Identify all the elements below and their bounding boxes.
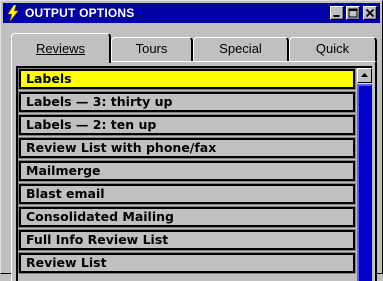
scroll-thumb[interactable] — [357, 84, 372, 281]
tab-special[interactable]: Special — [193, 37, 289, 61]
maximize-button[interactable] — [346, 6, 360, 20]
list-item-blast-email[interactable]: Blast email — [18, 183, 356, 205]
arrow-up-icon — [361, 73, 368, 77]
tab-label: Quick — [315, 41, 350, 56]
close-button[interactable] — [363, 6, 377, 20]
tab-reviews[interactable]: Reviews — [11, 33, 111, 63]
list-item-mailmerge[interactable]: Mailmerge — [18, 160, 356, 182]
close-icon — [365, 8, 375, 18]
list-item-labels[interactable]: Labels — [18, 68, 356, 90]
output-options-list[interactable]: Labels Labels — 3: thirty up Labels — 2:… — [16, 66, 372, 281]
window-title: OUTPUT OPTIONS — [25, 6, 135, 20]
title-bar[interactable]: OUTPUT OPTIONS — [3, 3, 380, 23]
tab-label: Special — [219, 41, 262, 56]
list-item-labels-ten-up[interactable]: Labels — 2: ten up — [18, 114, 356, 136]
tab-quick[interactable]: Quick — [289, 37, 377, 61]
list-item-consolidated-mailing[interactable]: Consolidated Mailing — [18, 206, 356, 228]
list-item-review-list-phone-fax[interactable]: Review List with phone/fax — [18, 137, 356, 159]
list-item-labels-thirty-up[interactable]: Labels — 3: thirty up — [18, 91, 356, 113]
list-item-review-list[interactable]: Review List — [18, 252, 356, 274]
scroll-up-button[interactable] — [357, 68, 372, 83]
list-item-full-info-review-list[interactable]: Full Info Review List — [18, 229, 356, 251]
tab-label: Reviews — [35, 41, 86, 56]
maximize-icon — [348, 8, 358, 18]
output-options-window: OUTPUT OPTIONS Reviews Tours Special Qui… — [0, 0, 383, 281]
minimize-icon — [333, 15, 340, 17]
vertical-scrollbar[interactable] — [357, 68, 372, 281]
tab-label: Tours — [135, 41, 168, 56]
tab-tours[interactable]: Tours — [111, 37, 193, 61]
lightning-icon — [7, 4, 19, 22]
minimize-button[interactable] — [330, 6, 344, 20]
